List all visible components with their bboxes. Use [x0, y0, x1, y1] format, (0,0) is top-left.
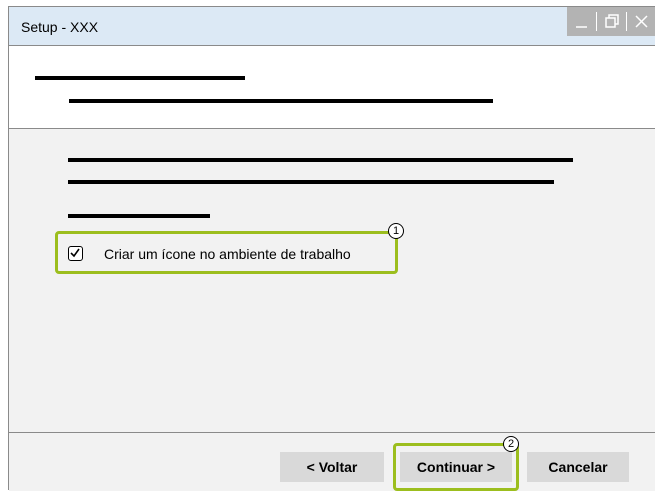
checkmark-icon: [70, 248, 80, 258]
callout-badge-1: 1: [388, 223, 404, 239]
continue-button[interactable]: Continuar >: [400, 452, 512, 482]
wizard-content: Criar um ícone no ambiente de trabalho 1: [9, 129, 655, 433]
back-button[interactable]: < Voltar: [280, 452, 384, 482]
header-title-placeholder: [35, 76, 245, 80]
title-bar: Setup - XXX: [9, 7, 655, 46]
desktop-icon-label[interactable]: Criar um ícone no ambiente de trabalho: [104, 246, 351, 262]
description-line-placeholder: [68, 180, 554, 184]
window-title: Setup - XXX: [21, 19, 99, 35]
maximize-button[interactable]: [597, 7, 626, 36]
cancel-button[interactable]: Cancelar: [527, 452, 629, 482]
minimize-icon: [576, 26, 587, 28]
header-subtitle-placeholder: [69, 99, 493, 103]
section-label-placeholder: [68, 214, 210, 218]
close-icon: [635, 15, 648, 28]
desktop-icon-checkbox[interactable]: [68, 246, 83, 261]
close-button[interactable]: [627, 7, 655, 36]
callout-badge-2: 2: [503, 436, 519, 452]
wizard-footer: < Voltar Continuar > 2 Cancelar: [9, 433, 655, 491]
window-controls: [567, 7, 655, 36]
minimize-button[interactable]: [567, 7, 596, 36]
wizard-header: [9, 46, 655, 129]
setup-window: Setup - XXX Criar um ícone no ambiente d…: [8, 6, 655, 491]
maximize-icon: [605, 14, 619, 28]
description-line-placeholder: [68, 158, 573, 162]
